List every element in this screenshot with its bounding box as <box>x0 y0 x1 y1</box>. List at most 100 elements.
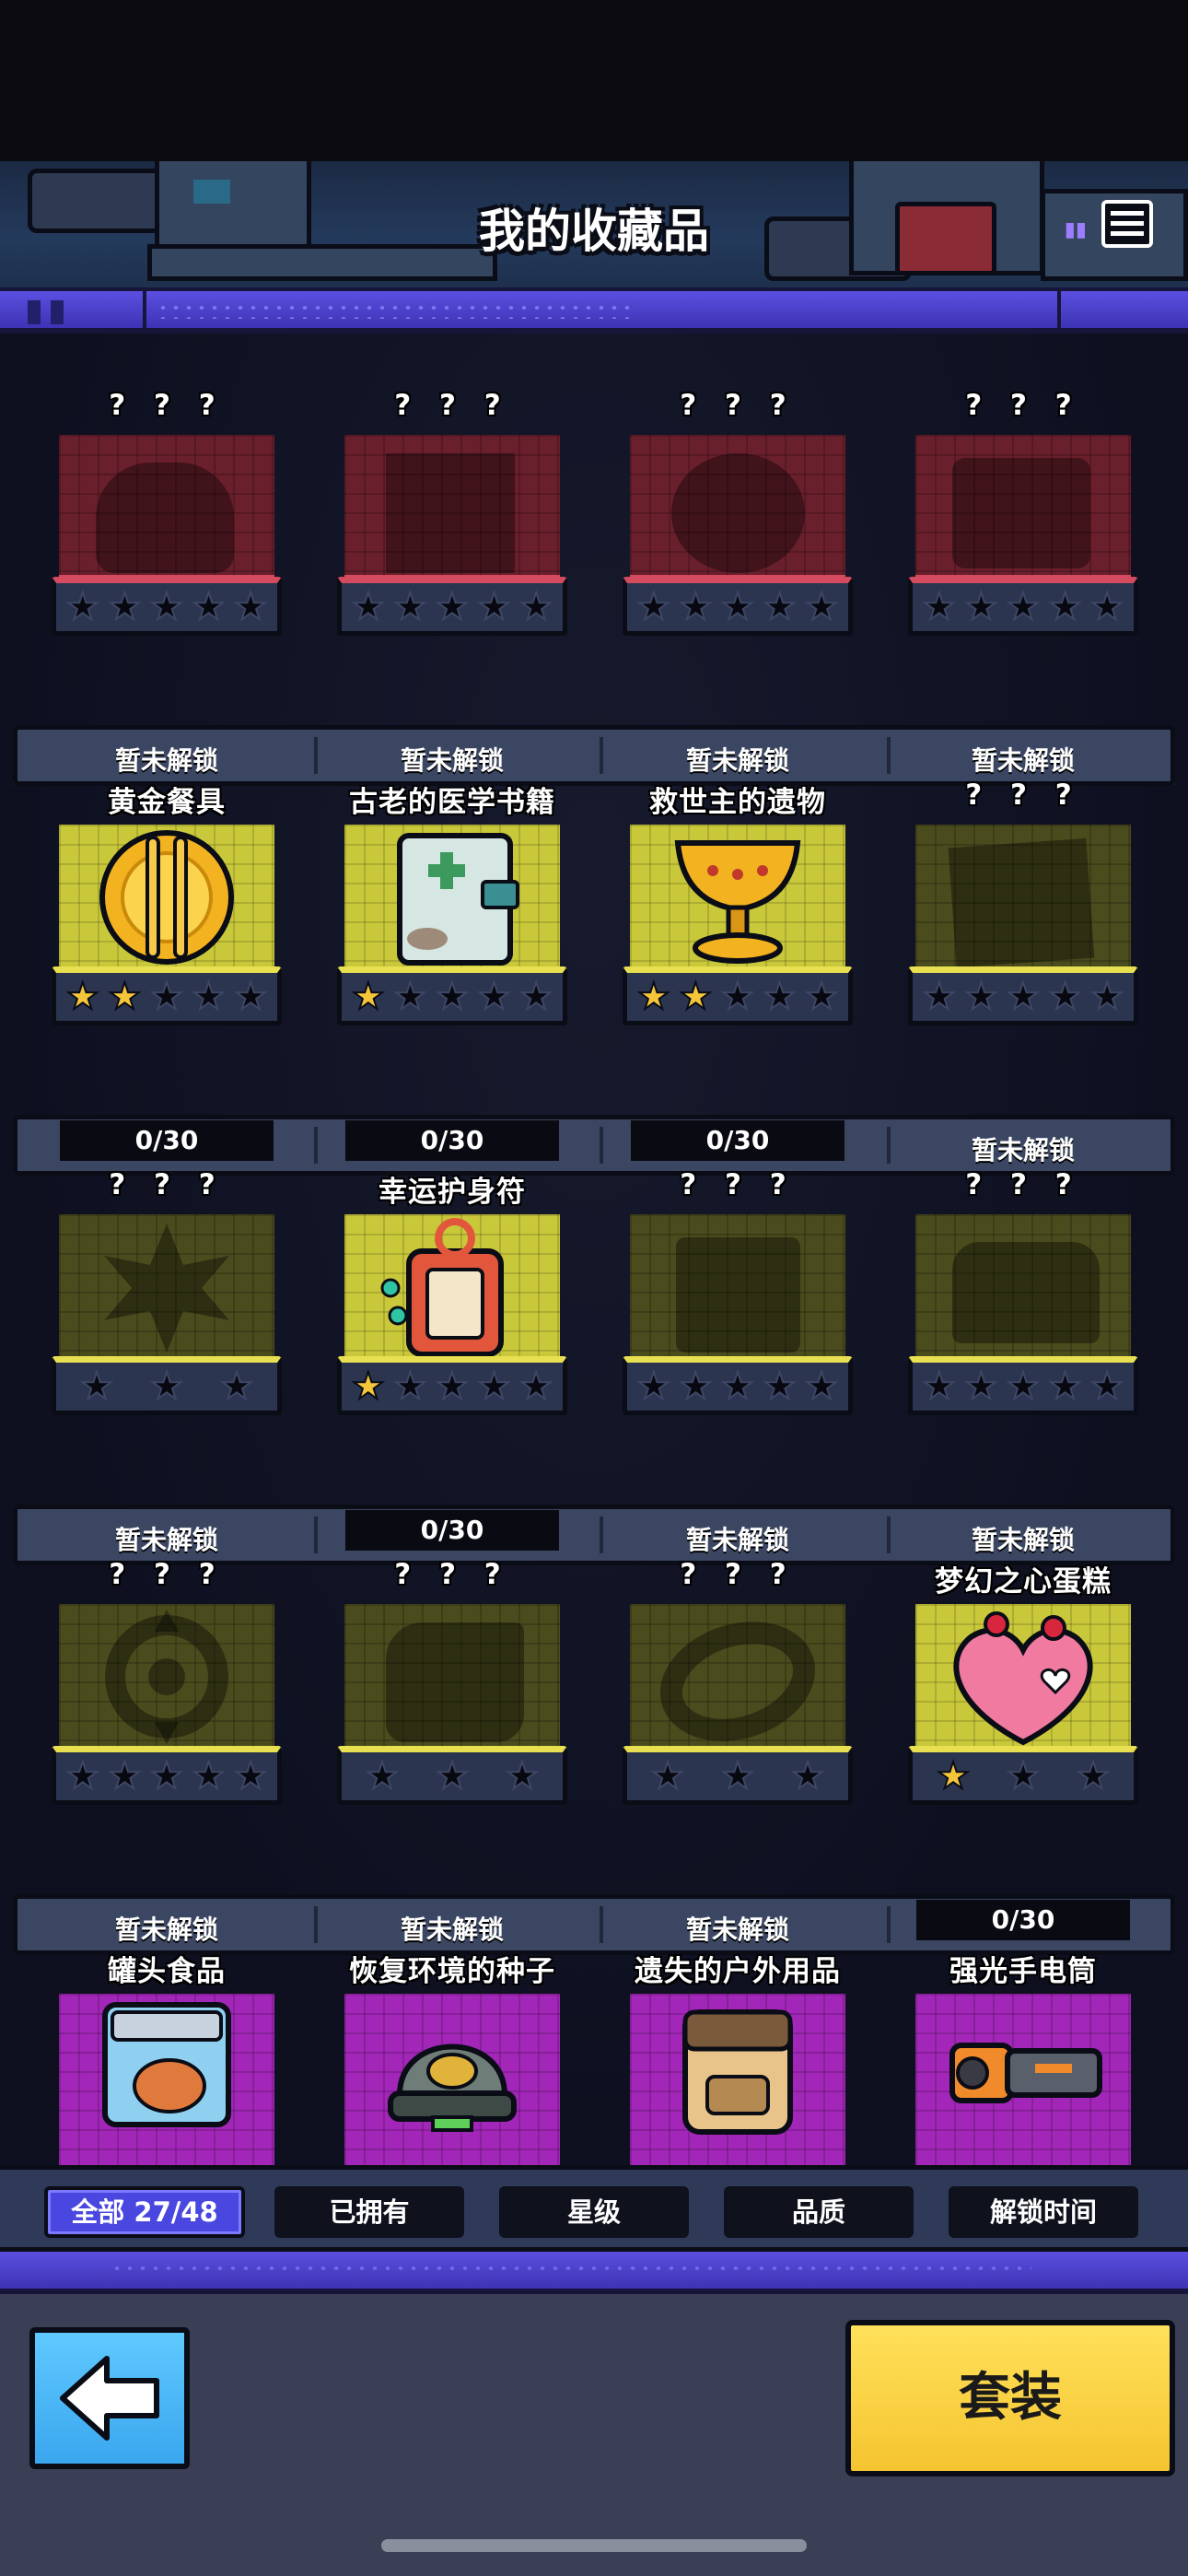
star-icon: ★ <box>922 1365 957 1408</box>
filter-owned-button[interactable]: 已拥有 <box>274 2186 464 2238</box>
unknown-item-icon <box>952 458 1090 568</box>
item-name: 罐头食品 <box>108 1955 226 1988</box>
star-rating: ★ ★ ★ <box>337 1746 567 1805</box>
back-button[interactable] <box>29 2327 190 2469</box>
arrow-left-icon <box>60 2356 159 2441</box>
star-icon: ★ <box>922 976 957 1018</box>
star-icon: ★ <box>477 976 512 1018</box>
sort-unlock-time-button[interactable]: 解锁时间 <box>949 2186 1138 2238</box>
indicator-icon: ▮▮ <box>1064 218 1087 241</box>
star-icon: ★ <box>518 1365 553 1408</box>
unknown-item-icon <box>386 1622 524 1742</box>
item-name: 古老的医学书籍 <box>349 786 555 819</box>
filter-all-button[interactable]: 全部 27/48 <box>44 2186 245 2238</box>
star-rating: ★ ★ ★ ★ ★ <box>337 577 567 636</box>
star-icon: ★ <box>790 1755 825 1797</box>
star-icon: ★ <box>678 586 713 628</box>
star-icon: ★ <box>233 586 268 628</box>
page-title: 我的收藏品 <box>479 205 709 258</box>
star-rating: ★ ★ ★ ★ ★ <box>623 577 853 636</box>
item-frame <box>344 1214 560 1360</box>
item-name: ? ? ? <box>394 1558 510 1591</box>
star-icon: ★ <box>636 586 671 628</box>
star-icon: ★ <box>936 1755 971 1797</box>
item-name: 幸运护身符 <box>379 1176 526 1209</box>
unknown-item-icon <box>671 453 805 573</box>
star-icon: ★ <box>922 586 957 628</box>
star-icon: ★ <box>149 1755 184 1797</box>
sort-stars-button[interactable]: 星级 <box>499 2186 689 2238</box>
filter-bar: 全部 27/48 已拥有 星级 品质 解锁时间 <box>0 2165 1188 2252</box>
item-frame <box>344 1604 560 1750</box>
star-icon: ★ <box>192 586 227 628</box>
sort-quality-button[interactable]: 品质 <box>724 2186 914 2238</box>
band-marker <box>28 300 41 324</box>
progress-counter: 0/30 <box>916 1900 1130 1940</box>
star-icon: ★ <box>233 1755 268 1797</box>
item-frame <box>915 435 1131 580</box>
item-frame <box>630 825 845 970</box>
star-rating: ★ ★ ★ <box>52 1356 282 1415</box>
item-name: ? ? ? <box>965 779 1081 812</box>
unknown-item-icon <box>676 1237 800 1352</box>
star-rating: ★ ★ ★ ★ ★ <box>908 966 1138 1025</box>
star-icon: ★ <box>79 1365 114 1408</box>
item-frame <box>344 435 560 580</box>
star-icon: ★ <box>1006 1755 1041 1797</box>
star-icon: ★ <box>678 976 713 1018</box>
status-area <box>0 0 1188 164</box>
star-icon: ★ <box>763 1365 798 1408</box>
item-frame <box>630 1214 845 1360</box>
unknown-item-icon <box>659 1622 816 1741</box>
item-name: ? ? ? <box>109 389 225 422</box>
seed-capsule-icon <box>388 2043 517 2132</box>
header: 我的收藏品 ▮▮ <box>0 161 1188 290</box>
star-icon: ★ <box>351 976 386 1018</box>
item-name: ? ? ? <box>394 389 510 422</box>
unknown-item-icon <box>105 1610 228 1744</box>
star-icon: ★ <box>1006 1365 1041 1408</box>
star-rating: ★ ★ ★ ★ ★ <box>52 577 282 636</box>
star-icon: ★ <box>763 976 798 1018</box>
item-frame <box>630 1604 845 1750</box>
star-icon: ★ <box>518 976 553 1018</box>
star-icon: ★ <box>720 1365 755 1408</box>
list-icon[interactable] <box>1101 200 1153 248</box>
star-icon: ★ <box>107 976 142 1018</box>
item-frame <box>344 825 560 970</box>
item-name: 梦幻之心蛋糕 <box>935 1565 1112 1598</box>
star-icon: ★ <box>149 1365 184 1408</box>
collection-grid[interactable]: ? ? ? ★ ★ ★ ★ ★ 暂未解锁 ? ? ? ★ ★ ★ ★ ★ 暂未解锁 ? ? ? <box>0 334 1188 2167</box>
star-icon: ★ <box>1089 1365 1124 1408</box>
star-icon: ★ <box>435 1755 470 1797</box>
item-name: 黄金餐具 <box>108 786 226 819</box>
star-icon: ★ <box>365 1755 400 1797</box>
item-frame <box>59 1994 274 2167</box>
star-icon: ★ <box>1089 976 1124 1018</box>
star-icon: ★ <box>107 586 142 628</box>
star-rating: ★ ★ ★ ★ ★ <box>623 966 853 1025</box>
item-frame <box>59 1214 274 1360</box>
unknown-item-icon <box>952 1242 1100 1343</box>
star-icon: ★ <box>963 586 998 628</box>
star-icon: ★ <box>636 1365 671 1408</box>
item-frame <box>59 1604 274 1750</box>
star-icon: ★ <box>518 586 553 628</box>
item-frame <box>59 825 274 970</box>
star-icon: ★ <box>1048 976 1083 1018</box>
unknown-item-icon <box>386 453 515 573</box>
band-dots <box>157 302 635 319</box>
star-rating: ★ ★ ★ ★ ★ <box>337 1356 567 1415</box>
band-dots <box>111 2263 1031 2277</box>
star-icon: ★ <box>636 976 671 1018</box>
home-indicator[interactable] <box>381 2539 807 2552</box>
star-icon: ★ <box>804 1365 839 1408</box>
band-divider <box>143 291 146 328</box>
star-icon: ★ <box>65 976 100 1018</box>
progress-counter: 0/30 <box>631 1120 844 1161</box>
suit-button[interactable]: 套装 <box>845 2320 1175 2476</box>
star-icon: ★ <box>763 586 798 628</box>
star-icon: ★ <box>804 976 839 1018</box>
star-icon: ★ <box>720 586 755 628</box>
unknown-item-icon <box>104 1224 229 1352</box>
